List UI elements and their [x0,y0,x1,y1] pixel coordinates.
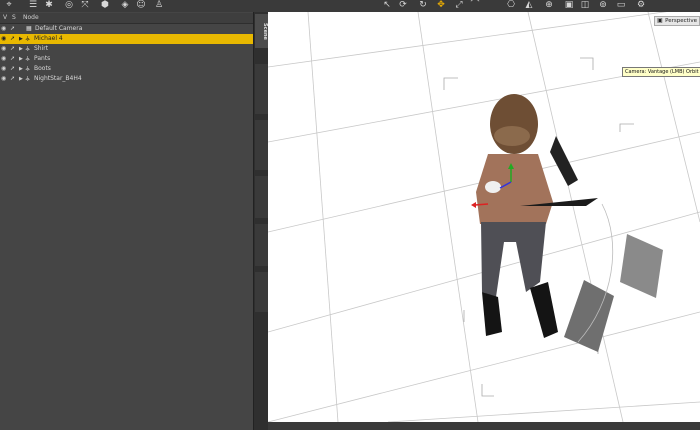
expand-arrow-icon[interactable]: ▶ [19,54,23,64]
visibility-eye-icon[interactable]: ◉ [1,34,6,44]
camera-pose-icon[interactable]: ⎔ [506,0,516,10]
scene-row[interactable]: ◉ ➚ ▦ Default Camera [0,24,253,34]
expand-arrow-icon[interactable]: ▶ [19,34,23,44]
tab-pane-3[interactable] [255,120,268,170]
scene-header: V S Node [0,13,253,24]
selectable-cursor-icon[interactable]: ➚ [10,54,15,64]
node-column-header[interactable]: Node [23,13,39,23]
tab-pane-2[interactable] [255,64,268,114]
selectable-cursor-icon[interactable]: ➚ [10,24,15,34]
figure-node-icon: ⚶ [25,75,31,82]
joint-editor-icon[interactable]: ⤧ [80,0,90,10]
selected-column-header[interactable]: S [12,13,16,23]
scene-row[interactable]: ◉ ➚ ▶ ⚶ Boots [0,64,253,74]
figure-node-icon: ⚶ [25,35,31,42]
viewport-bottom-bar [268,422,700,430]
expand-arrow-icon[interactable]: ▶ [19,74,23,84]
visibility-eye-icon[interactable]: ◉ [1,64,6,74]
settings-icon[interactable]: ⚙ [636,0,646,10]
figure-node-icon: ⚶ [25,45,31,52]
camera-dropdown-label: Perspective [665,18,697,24]
spot-render-icon[interactable]: ◈ [120,0,130,10]
universal-tool-icon[interactable]: ⌖ [4,0,14,10]
viewport-icon[interactable]: ▭ [616,0,626,10]
geometry-icon[interactable]: ⬢ [100,0,110,10]
translate-icon[interactable]: ✥ [436,0,446,10]
tab-pane-5[interactable] [255,224,268,266]
selectable-cursor-icon[interactable]: ➚ [10,74,15,84]
figure-node-icon: ⚶ [25,65,31,72]
visibility-eye-icon[interactable]: ◉ [1,54,6,64]
camera-icon: ▣ [657,17,663,24]
scene-row-label: Pants [34,55,51,62]
expand-arrow-icon[interactable]: ▶ [19,64,23,74]
selectable-cursor-icon[interactable]: ➚ [10,34,15,44]
visibility-eye-icon[interactable]: ◉ [1,44,6,54]
rotate-icon[interactable]: ↻ [418,0,428,10]
scene-row[interactable]: ◉ ➚ ▶ ⚶ Shirt [0,44,253,54]
visibility-eye-icon[interactable]: ◉ [1,24,6,34]
shape-icon[interactable]: ◭ [524,0,534,10]
selectable-cursor-icon[interactable]: ➚ [10,64,15,74]
viewport-tooltip: Camera: Vantage (LMB) Orbit (RMB) [622,67,700,77]
tab-pane-6[interactable] [255,272,268,312]
iray-icon[interactable]: ◫ [580,0,590,10]
pane-tab-strip: Scene [253,12,269,430]
figure-node-icon: ⚶ [25,55,31,62]
figure-michael-4[interactable] [476,94,578,338]
bend-icon[interactable]: ⌒ [470,0,480,10]
camera-node-icon: ▦ [26,25,32,32]
scene-row-label: NightStar_B4H4 [34,75,82,82]
pose-icon[interactable]: ♙ [154,0,164,10]
tag-icon[interactable]: ⊕ [544,0,554,10]
visibility-eye-icon[interactable]: ◉ [1,74,6,84]
render-icon[interactable]: ▣ [564,0,574,10]
figure-icon[interactable]: ☺ [136,0,146,10]
scene-pane: V S Node ◉ ➚ ▦ Default Camera ◉ ➚ ▶ ⚶ Michael 4 ◉… [0,12,253,430]
3d-viewport[interactable]: ▣ Perspective Camera: Vantage (LMB) Orbi… [268,12,700,422]
camera-dropdown[interactable]: ▣ Perspective [654,16,700,26]
scene-row-label: Shirt [34,45,49,52]
scene-row[interactable]: ◉ ➚ ▶ ⚶ Pants [0,54,253,64]
scale-icon[interactable]: ⤢ [454,0,464,10]
expand-arrow-icon[interactable]: ▶ [19,44,23,54]
selectable-cursor-icon[interactable]: ➚ [10,44,15,54]
node-weight-icon[interactable]: ✱ [44,0,54,10]
tab-scene[interactable]: Scene [255,14,268,48]
orbit-icon[interactable]: ⟳ [398,0,408,10]
select-icon[interactable]: ↖ [382,0,392,10]
scene-row-label: Boots [34,65,51,72]
surface-icon[interactable]: ◎ [64,0,74,10]
snapshot-icon[interactable]: ⊚ [598,0,608,10]
scene-icon[interactable]: ☰ [28,0,38,10]
scene-row-label: Default Camera [35,25,83,32]
scene-row[interactable]: ◉ ➚ ▶ ⚶ NightStar_B4H4 [0,74,253,84]
tab-pane-4[interactable] [255,176,268,218]
scene-row[interactable]: ◉ ➚ ▶ ⚶ Michael 4 [0,34,253,44]
scene-row-label: Michael 4 [34,35,63,42]
visible-column-header[interactable]: V [3,13,7,23]
